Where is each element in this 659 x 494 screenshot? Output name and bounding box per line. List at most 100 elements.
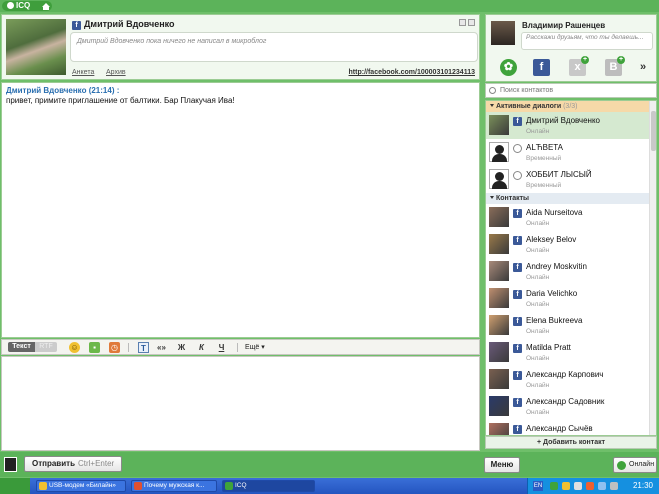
facebook-icon: f [513,344,522,353]
facebook-icon: f [513,209,522,218]
contact-row[interactable]: f Elena Bukreeva Онлайн [486,312,656,339]
scroll-thumb[interactable] [651,111,656,151]
app-tray-icon[interactable] [598,482,606,490]
contact-row[interactable]: ALЋBETA Временный [486,139,656,166]
chat-header: f Дмитрий Вдовченко Дмитрий Вдовченко пок… [1,14,480,80]
text-style-icon[interactable]: T [138,342,149,353]
italic-button[interactable]: К [196,342,207,353]
message-history[interactable]: Дмитрий Вдовченко (21:14) : привет, прим… [1,82,480,338]
icq-icon[interactable]: ✿ [500,59,517,76]
underline-button[interactable]: Ч [216,342,227,353]
facebook-icon[interactable]: f [533,59,550,76]
gift-icon[interactable]: ▪ [89,342,100,353]
toolbar-divider [237,343,238,352]
facebook-icon: f [72,21,81,30]
icq-logo[interactable]: ICQ [2,1,52,11]
service-gear-icon [513,171,522,180]
menu-button[interactable]: Меню [484,457,520,473]
close-icon[interactable] [468,19,475,26]
home-icon[interactable] [42,3,50,10]
taskbar-item[interactable]: Почему мужская к... [131,480,217,492]
quote-button[interactable]: «» [156,342,167,353]
contact-row[interactable]: f Дмитрий Вдовченко Онлайн [486,112,656,139]
facebook-icon: f [513,371,522,380]
contact-row[interactable]: f Aida Nurseitova Онлайн [486,204,656,231]
contact-name: Александр Садовник [526,397,605,406]
send-shortcut: Ctrl+Enter [77,459,115,468]
rtf-mode-tab[interactable]: RTF [35,342,57,352]
language-indicator[interactable]: EN [533,481,543,491]
taskbar-label: USB-модем «Билайн» [49,482,116,489]
collapse-arrow-icon [490,196,494,199]
contact-row[interactable]: f Александр Садовник Онлайн [486,393,656,420]
contact-status: Онлайн [526,247,550,254]
contact-name: ALЋBETA [526,143,563,152]
status-input[interactable]: Расскажи друзьям, что ты делаешь... [521,32,653,50]
network-tray-icon[interactable] [562,482,570,490]
contact-avatar [489,261,509,281]
contact-row[interactable]: f Matilda Pratt Онлайн [486,339,656,366]
group-header-active[interactable]: Активные диалоги (3/3) [486,101,656,112]
volume-tray-icon[interactable] [574,482,582,490]
contact-status: Онлайн [526,328,550,335]
window-controls [457,19,475,28]
my-name: Владимир Рашенцев [522,21,606,30]
facebook-icon: f [513,263,522,272]
group-header-contacts[interactable]: Контакты [486,193,656,204]
x-service-icon[interactable]: x + [569,56,589,76]
toolbar-divider [128,343,129,352]
contact-name: Aleksey Belov [526,235,577,244]
minimize-icon[interactable] [459,19,466,26]
contact-avatar[interactable] [6,19,66,75]
contact-row[interactable]: fАлександр СычёвОнлайн [486,420,656,435]
message-author: Дмитрий Вдовченко (21:14) : [6,86,120,95]
contact-status: Онлайн [526,382,550,389]
contact-name: Aida Nurseitova [526,208,583,217]
vkontakte-icon[interactable]: B + [605,56,625,76]
smiley-icon[interactable]: ☺ [69,342,80,353]
profile-link[interactable]: Анкета [72,69,94,76]
search-icon [489,87,496,94]
app-name: ICQ [16,1,31,10]
scrollbar[interactable] [649,101,656,435]
archive-link[interactable]: Архив [106,69,126,76]
taskbar-label: ICQ [235,482,247,489]
contact-status: Онлайн [526,220,550,227]
message-item: Дмитрий Вдовченко (21:14) : привет, прим… [6,86,475,105]
add-contact-button[interactable]: + Добавить контакт [485,436,657,449]
clock: 21:30 [632,481,653,490]
icq-tray-icon[interactable] [550,482,558,490]
contact-row[interactable]: f Aleksey Belov Онлайн [486,231,656,258]
contact-search [485,83,657,98]
contact-name: Elena Bukreeva [526,316,583,325]
status-online-button[interactable]: Онлайн [613,457,657,473]
contact-name: Andrey Moskvitin [526,262,587,271]
bold-button[interactable]: Ж [176,342,187,353]
compose-toolbar: Текст RTF ☺ ▪ ◷ T «» Ж К Ч Ещё ▾ [1,339,480,355]
security-tray-icon[interactable] [586,482,594,490]
my-avatar[interactable] [491,21,515,45]
my-avatar-button[interactable] [4,457,17,472]
text-mode-tab[interactable]: Текст [8,342,35,352]
contact-row[interactable]: f Andrey Moskvitin Онлайн [486,258,656,285]
message-input[interactable] [1,356,480,451]
more-menu-button[interactable]: Ещё ▾ [245,342,265,353]
contact-name: ХОББИТ ЛЫСЫЙ [526,170,592,179]
send-label: Отправить [32,459,75,468]
search-input[interactable] [500,85,650,96]
contact-row[interactable]: f Daria Velichko Онлайн [486,285,656,312]
taskbar-item[interactable]: ICQ [222,480,315,492]
send-button[interactable]: Отправить Ctrl+Enter [24,456,122,472]
contact-avatar [489,115,509,135]
contact-status: Онлайн [526,355,550,362]
taskbar-item[interactable]: USB-модем «Билайн» [36,480,126,492]
contact-avatar [489,169,509,189]
more-services-icon[interactable]: » [640,61,646,73]
contact-status: Онлайн [526,301,550,308]
alarm-icon[interactable]: ◷ [109,342,120,353]
start-button[interactable] [0,478,30,494]
contact-row[interactable]: f Александр Карпович Онлайн [486,366,656,393]
facebook-profile-link[interactable]: http://facebook.com/100003101234113 [349,69,475,76]
app-tray-icon[interactable] [610,482,618,490]
contact-row[interactable]: ХОББИТ ЛЫСЫЙ Временный [486,166,656,193]
